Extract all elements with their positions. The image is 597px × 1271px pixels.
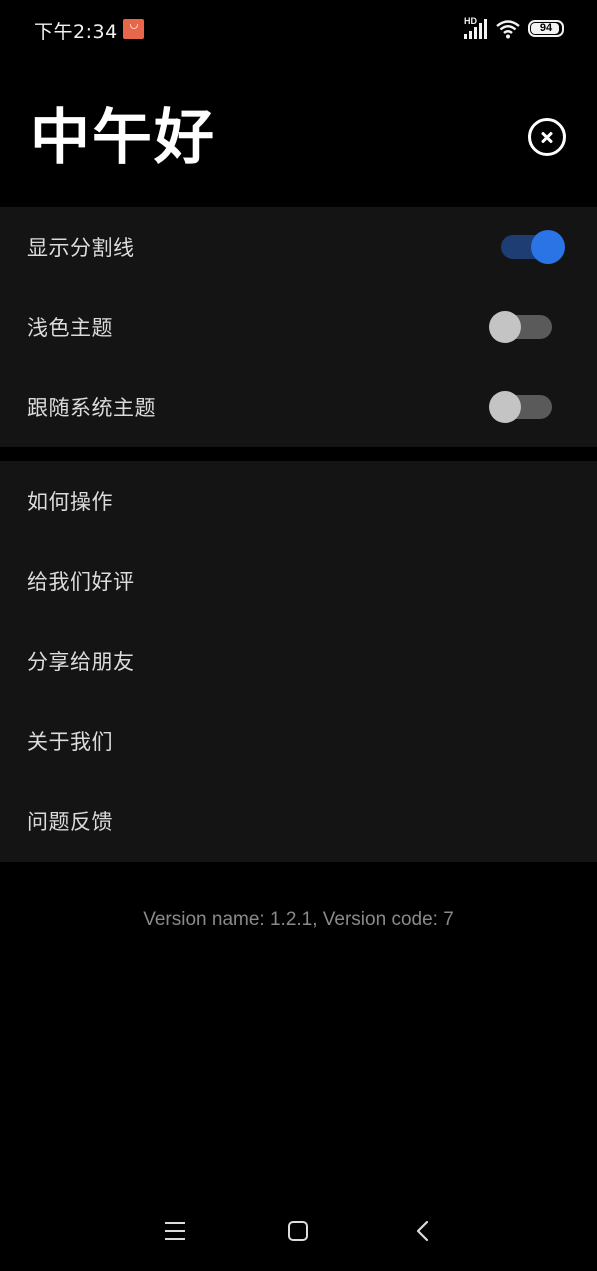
recent-apps-button[interactable] [165,1222,185,1240]
close-button[interactable] [528,118,566,156]
notification-app-icon [123,19,144,39]
setting-label: 显示分割线 [27,236,135,260]
menu-item-feedback[interactable]: 问题反馈 [0,781,597,861]
menu-item-rate-us[interactable]: 给我们好评 [0,541,597,621]
menu-item-how-to-use[interactable]: 如何操作 [0,461,597,541]
follow-system-theme-toggle[interactable] [489,391,552,423]
menu-item-label: 关于我们 [27,730,113,754]
setting-label: 浅色主题 [27,316,113,340]
back-icon[interactable] [412,1220,434,1242]
toggle-knob [489,311,521,343]
toggle-knob [489,391,521,423]
setting-row-divider[interactable]: 显示分割线 [0,207,597,287]
menu-item-label: 问题反馈 [27,810,113,834]
toggle-knob [531,230,565,264]
setting-label: 跟随系统主题 [27,396,156,420]
menu-line [165,1222,185,1224]
greeting-title: 中午好 [30,103,216,173]
home-button[interactable] [288,1221,308,1241]
light-theme-toggle[interactable] [489,311,552,343]
menu-item-label: 如何操作 [27,490,113,514]
setting-row-follow-system-theme[interactable]: 跟随系统主题 [0,367,597,447]
menu-line [165,1230,185,1232]
status-time: 下午2:34 [34,21,118,43]
status-bar: 下午2:34 HD 94 [0,0,597,60]
menu-line [165,1238,185,1240]
menu-item-label: 给我们好评 [27,570,135,594]
links-card: 如何操作 给我们好评 分享给朋友 关于我们 问题反馈 [0,461,597,862]
menu-item-share[interactable]: 分享给朋友 [0,621,597,701]
cellular-signal-icon [464,19,487,39]
menu-item-about-us[interactable]: 关于我们 [0,701,597,781]
menu-item-label: 分享给朋友 [27,650,135,674]
setting-row-light-theme[interactable]: 浅色主题 [0,287,597,367]
wifi-icon [496,20,520,39]
battery-level: 94 [539,22,553,34]
version-text: Version name: 1.2.1, Version code: 7 [143,909,454,930]
settings-card: 显示分割线 浅色主题 跟随系统主题 [0,207,597,447]
divider-toggle[interactable] [501,230,565,264]
battery-indicator: 94 [528,20,564,37]
